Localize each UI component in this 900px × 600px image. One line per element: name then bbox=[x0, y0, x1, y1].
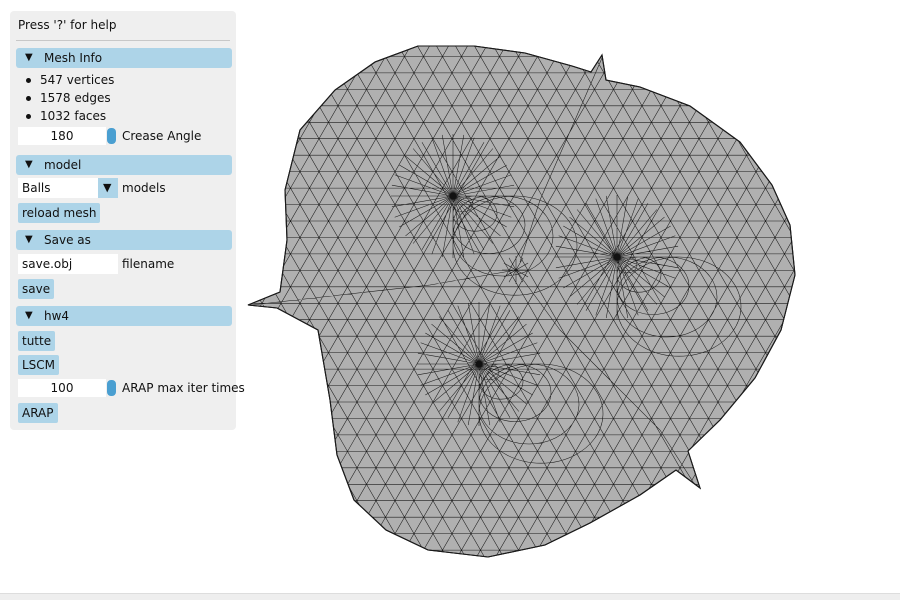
model-select-value: Balls bbox=[22, 181, 51, 195]
model-select[interactable]: Balls bbox=[18, 178, 98, 198]
faces-text: 1032 faces bbox=[40, 109, 107, 123]
crease-angle-slider[interactable] bbox=[107, 128, 116, 144]
arap-iter-input[interactable]: 100 bbox=[18, 379, 106, 397]
status-strip bbox=[0, 593, 900, 600]
save-as-header[interactable]: ▼ Save as bbox=[16, 230, 232, 250]
triangle-down-icon: ▼ bbox=[25, 159, 33, 170]
filename-input[interactable]: save.obj bbox=[18, 254, 118, 274]
bullet-icon bbox=[26, 114, 31, 119]
vertices-text: 547 vertices bbox=[40, 73, 115, 87]
gui-panel: Press '?' for help ▼ Mesh Info 547 verti… bbox=[10, 11, 245, 430]
filename-label: filename bbox=[122, 257, 175, 271]
hw4-header[interactable]: ▼ hw4 bbox=[16, 306, 232, 326]
mesh-info-title: Mesh Info bbox=[44, 51, 103, 65]
help-hint: Press '?' for help bbox=[18, 18, 117, 32]
bullet-icon bbox=[26, 96, 31, 101]
triangle-down-icon: ▼ bbox=[25, 310, 33, 321]
reload-mesh-button[interactable]: reload mesh bbox=[18, 203, 101, 223]
save-button[interactable]: save bbox=[18, 279, 55, 299]
divider bbox=[16, 40, 230, 41]
model-header[interactable]: ▼ model bbox=[16, 155, 232, 175]
app-window: Press '?' for help ▼ Mesh Info 547 verti… bbox=[0, 0, 900, 600]
model-title: model bbox=[44, 158, 82, 172]
chevron-down-icon: ▼ bbox=[103, 181, 112, 194]
edges-text: 1578 edges bbox=[40, 91, 111, 105]
triangle-down-icon: ▼ bbox=[25, 52, 33, 63]
arap-iter-label: ARAP max iter times bbox=[122, 381, 245, 395]
mesh-singularity bbox=[449, 192, 457, 200]
mesh-singularity bbox=[613, 253, 621, 261]
crease-angle-input[interactable]: 180 bbox=[18, 127, 106, 145]
mesh-viewport[interactable] bbox=[240, 40, 800, 565]
lscm-button[interactable]: LSCM bbox=[18, 355, 60, 375]
bullet-icon bbox=[26, 78, 31, 83]
mesh-singularity bbox=[475, 360, 483, 368]
tutte-button[interactable]: tutte bbox=[18, 331, 56, 351]
model-dropdown-button[interactable]: ▼ bbox=[98, 178, 118, 198]
crease-angle-label: Crease Angle bbox=[122, 129, 202, 143]
mesh-info-header[interactable]: ▼ Mesh Info bbox=[16, 48, 232, 68]
hw4-title: hw4 bbox=[44, 309, 70, 323]
models-label: models bbox=[122, 181, 166, 195]
arap-iter-slider[interactable] bbox=[107, 380, 116, 396]
mesh-surface bbox=[247, 45, 796, 558]
triangle-down-icon: ▼ bbox=[25, 234, 33, 245]
save-as-title: Save as bbox=[44, 233, 91, 247]
arap-button[interactable]: ARAP bbox=[18, 403, 58, 423]
